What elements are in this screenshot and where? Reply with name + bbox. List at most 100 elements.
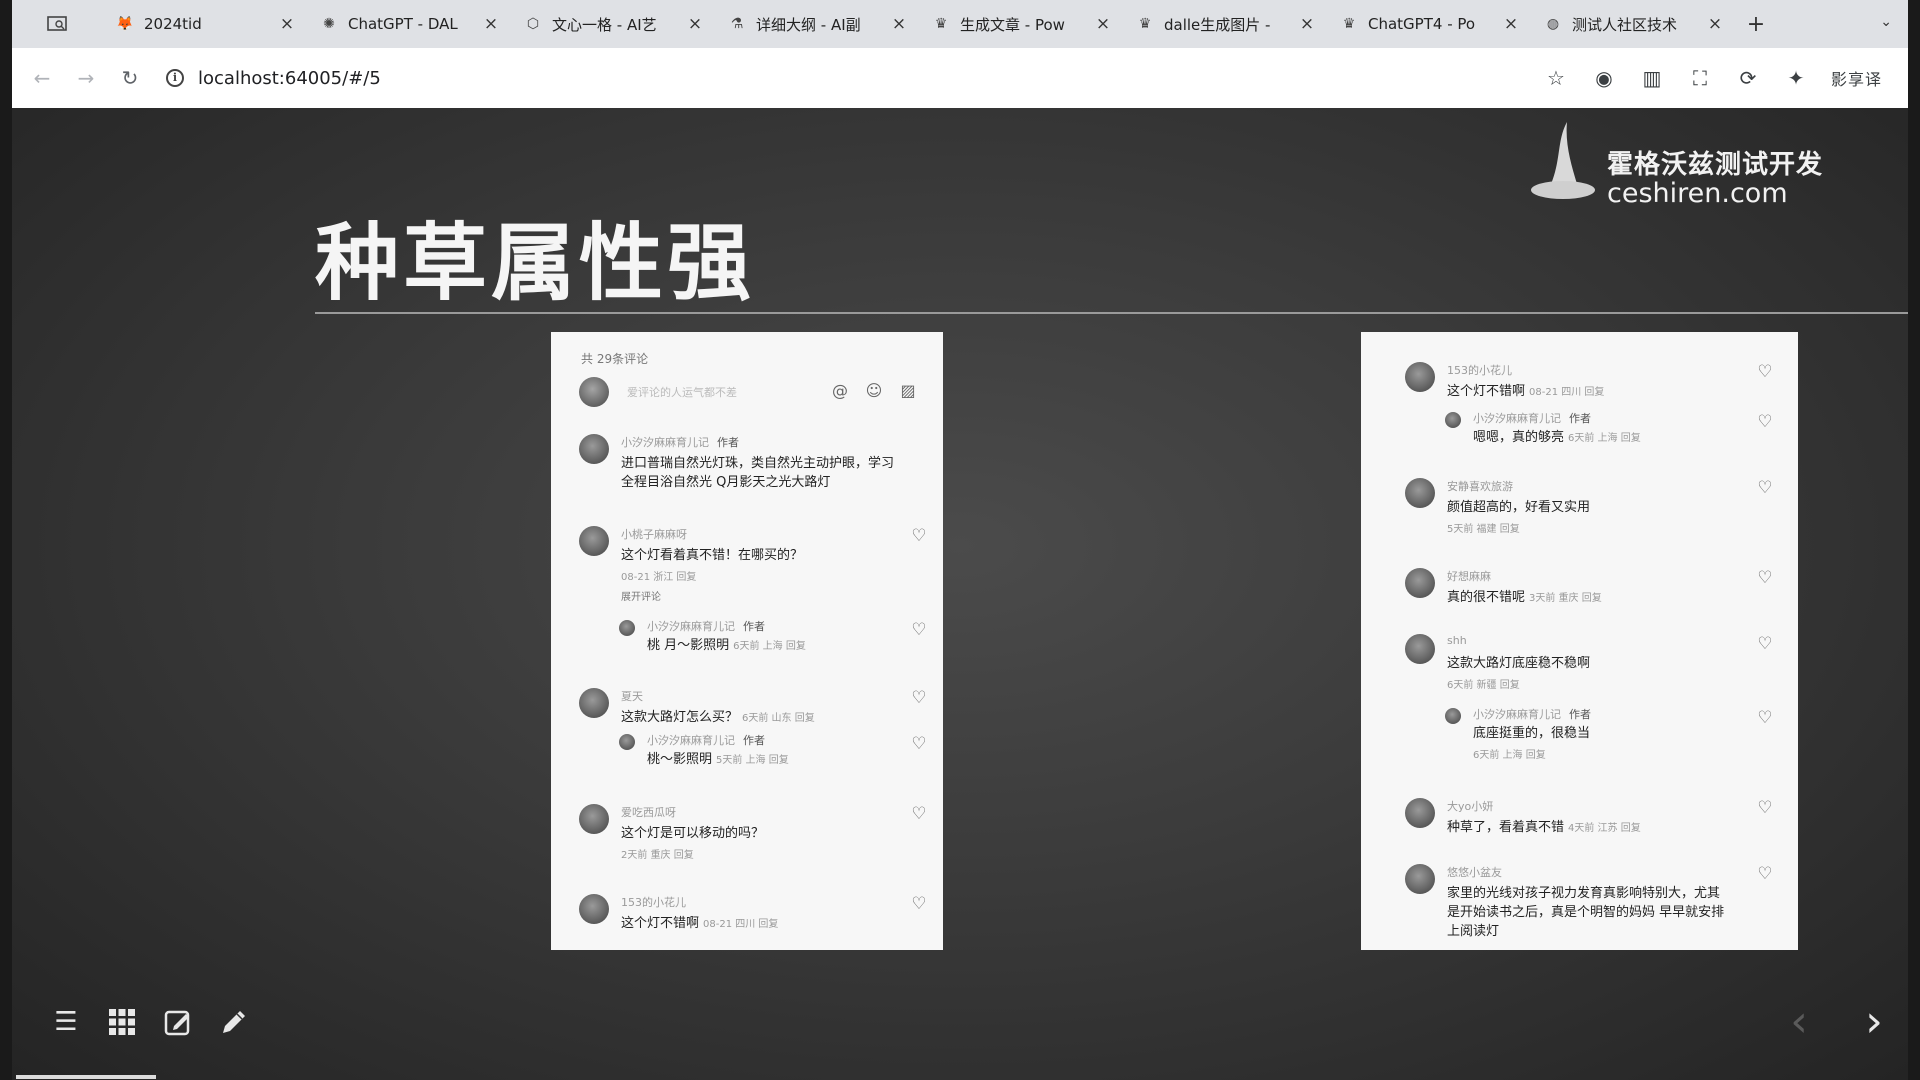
chevron-right-icon: ›: [1865, 996, 1883, 1047]
like-heart-icon[interactable]: ♡: [1755, 362, 1775, 382]
comment-input[interactable]: 爱评论的人运气都不差: [627, 384, 817, 400]
pen-icon[interactable]: [218, 1006, 250, 1038]
forward-button[interactable]: →: [64, 56, 108, 100]
like-heart-icon[interactable]: ♡: [909, 894, 929, 914]
avatar: [579, 434, 609, 464]
address-bar[interactable]: i localhost:64005/#/5: [166, 68, 1543, 89]
avatar: [1445, 708, 1461, 724]
avatar: [619, 734, 635, 750]
commenter-name: 大yo小妍: [1447, 800, 1494, 813]
edit-icon[interactable]: [162, 1006, 194, 1038]
tab-ceshiren[interactable]: ◍ 测试人社区技术 ×: [1532, 0, 1736, 48]
back-button[interactable]: ←: [20, 56, 64, 100]
extension-chart-icon[interactable]: ▥: [1639, 65, 1665, 91]
close-icon[interactable]: ×: [1094, 14, 1112, 34]
comment-meta: 6天前 新疆 回复: [1447, 680, 1520, 691]
like-heart-icon[interactable]: ♡: [1755, 478, 1775, 498]
url-text[interactable]: localhost:64005/#/5: [198, 68, 381, 89]
extension-screenshot-icon[interactable]: ⛶: [1687, 65, 1713, 91]
avatar: [1405, 362, 1435, 392]
crown-icon: ♛: [1342, 16, 1356, 32]
logo-text-cn: 霍格沃兹测试开发: [1607, 150, 1824, 180]
tab-title: ChatGPT - DAL: [348, 15, 458, 33]
avatar: [1405, 568, 1435, 598]
comment-text: 进口普瑞自然光灯珠，类自然光主动护眼，学习全程目浴自然光 Q月影天之光大路灯: [621, 456, 895, 490]
like-heart-icon[interactable]: ♡: [909, 688, 929, 708]
reload-button[interactable]: ↻: [108, 56, 152, 100]
tab-title: 测试人社区技术: [1572, 15, 1678, 34]
close-icon[interactable]: ×: [278, 14, 296, 34]
new-tab-button[interactable]: +: [1736, 12, 1776, 37]
comment-meta: 2天前 重庆 回复: [621, 850, 694, 861]
reply-text: 嗯嗯，真的够亮 6天前 上海 回复: [1473, 430, 1641, 445]
presentation-slide: 霍格沃兹测试开发 ceshiren.com 种草属性强 共 29条评论 爱评论的…: [12, 108, 1908, 1080]
tab-chatgpt-dal[interactable]: ✺ ChatGPT - DAL ×: [308, 0, 512, 48]
openai-icon: ✺: [323, 16, 335, 32]
like-heart-icon[interactable]: ♡: [909, 526, 929, 546]
slide-progress-bar: [16, 1075, 156, 1079]
tab-generate-article[interactable]: ♛ 生成文章 - Pow ×: [920, 0, 1124, 48]
like-heart-icon[interactable]: ♡: [1755, 708, 1775, 728]
close-icon[interactable]: ×: [1502, 14, 1520, 34]
comments-screenshot-right: 153的小花儿 这个灯不错啊 08-21 四川 回复 ♡ 小汐汐麻麻育儿记 作者 嗯…: [1361, 332, 1798, 950]
image-icon[interactable]: ▨: [897, 381, 919, 403]
tab-strip: 🦊 2024tid × ✺ ChatGPT - DAL × ⬡ 文心一格 - A…: [12, 0, 1908, 48]
extension-puzzle-icon[interactable]: ✦: [1783, 65, 1809, 91]
tab-title: 详细大纲 - AI副: [756, 15, 861, 34]
tab-outline[interactable]: ⚗ 详细大纲 - AI副 ×: [716, 0, 920, 48]
like-heart-icon[interactable]: ♡: [909, 734, 929, 754]
like-heart-icon[interactable]: ♡: [1755, 798, 1775, 818]
grid-icon[interactable]: [106, 1006, 138, 1038]
next-slide-button[interactable]: ›: [1854, 998, 1894, 1046]
fox-icon: 🦊: [116, 16, 134, 32]
close-icon[interactable]: ×: [482, 14, 500, 34]
tab-wenxin[interactable]: ⬡ 文心一格 - AI艺 ×: [512, 0, 716, 48]
reply-text: 桃 月～影照明 6天前 上海 回复: [647, 638, 806, 653]
browser-window: 🦊 2024tid × ✺ ChatGPT - DAL × ⬡ 文心一格 - A…: [12, 0, 1908, 1080]
comment-text: 这款大路灯底座稳不稳啊: [1447, 656, 1591, 671]
comment-text: 家里的光线对孩子视力发育真影响特别大，尤其是开始读书之后，真是个明智的妈妈 早早…: [1447, 886, 1725, 939]
tab-list-chevron-icon[interactable]: ⌄: [1880, 14, 1892, 30]
forward-arrow-icon: →: [77, 66, 95, 90]
commenter-name: 153的小花儿: [1447, 364, 1512, 377]
commenter-name: 小汐汐麻麻育儿记 作者: [647, 734, 765, 747]
close-icon[interactable]: ×: [1298, 14, 1316, 34]
tab-dalle[interactable]: ♛ dalle生成图片 - ×: [1124, 0, 1328, 48]
logo-text-domain: ceshiren.com: [1607, 178, 1788, 209]
menu-icon[interactable]: ☰: [50, 1006, 82, 1038]
tab-search-button[interactable]: [12, 0, 104, 48]
like-heart-icon[interactable]: ♡: [1755, 634, 1775, 654]
comment-item: 爱吃西瓜呀 这个灯是可以移动的吗？ 2天前 重庆 回复 ♡: [579, 804, 929, 864]
translate-extension[interactable]: 影享译: [1831, 66, 1882, 90]
reply-meta: 6天前 上海 回复: [1473, 750, 1546, 761]
prev-slide-button[interactable]: ‹: [1779, 998, 1819, 1046]
like-heart-icon[interactable]: ♡: [909, 620, 929, 640]
commenter-name: 小桃子麻麻呀: [621, 528, 687, 541]
like-heart-icon[interactable]: ♡: [1755, 568, 1775, 588]
extension-eye-icon[interactable]: ◉: [1591, 65, 1617, 91]
like-heart-icon[interactable]: ♡: [909, 804, 929, 824]
close-icon[interactable]: ×: [890, 14, 908, 34]
avatar: [579, 377, 609, 407]
like-heart-icon[interactable]: ♡: [1755, 412, 1775, 432]
tab-chatgpt4[interactable]: ♛ ChatGPT4 - Po ×: [1328, 0, 1532, 48]
comment-input-row: 爱评论的人运气都不差 @ ☺ ▨: [579, 376, 919, 408]
like-heart-icon[interactable]: ♡: [1755, 864, 1775, 884]
tab-2024tid[interactable]: 🦊 2024tid ×: [104, 0, 308, 48]
commenter-name: 爱吃西瓜呀: [621, 806, 676, 819]
comments-screenshot-left: 共 29条评论 爱评论的人运气都不差 @ ☺ ▨ 小汐汐麻麻育儿记 作者 进口普瑞…: [551, 332, 943, 950]
extension-sync-icon[interactable]: ⟳: [1735, 65, 1761, 91]
emoji-icon[interactable]: ☺: [863, 381, 885, 403]
close-icon[interactable]: ×: [1706, 14, 1724, 34]
site-info-icon[interactable]: i: [166, 69, 184, 87]
avatar: [1405, 478, 1435, 508]
slide-controls: ☰: [50, 1006, 250, 1038]
expand-replies[interactable]: 展开评论: [621, 588, 661, 603]
comment-item: 153的小花儿 这个灯不错啊 08-21 四川 回复 ♡ 小汐汐麻麻育儿记 作者 嗯…: [1405, 362, 1775, 452]
tab-title: 生成文章 - Pow: [960, 15, 1065, 34]
reply-text: 底座挺重的，很稳当: [1473, 726, 1591, 741]
mention-icon[interactable]: @: [829, 381, 851, 403]
avatar: [1405, 798, 1435, 828]
close-icon[interactable]: ×: [686, 14, 704, 34]
bookmark-star-icon[interactable]: ☆: [1543, 65, 1569, 91]
